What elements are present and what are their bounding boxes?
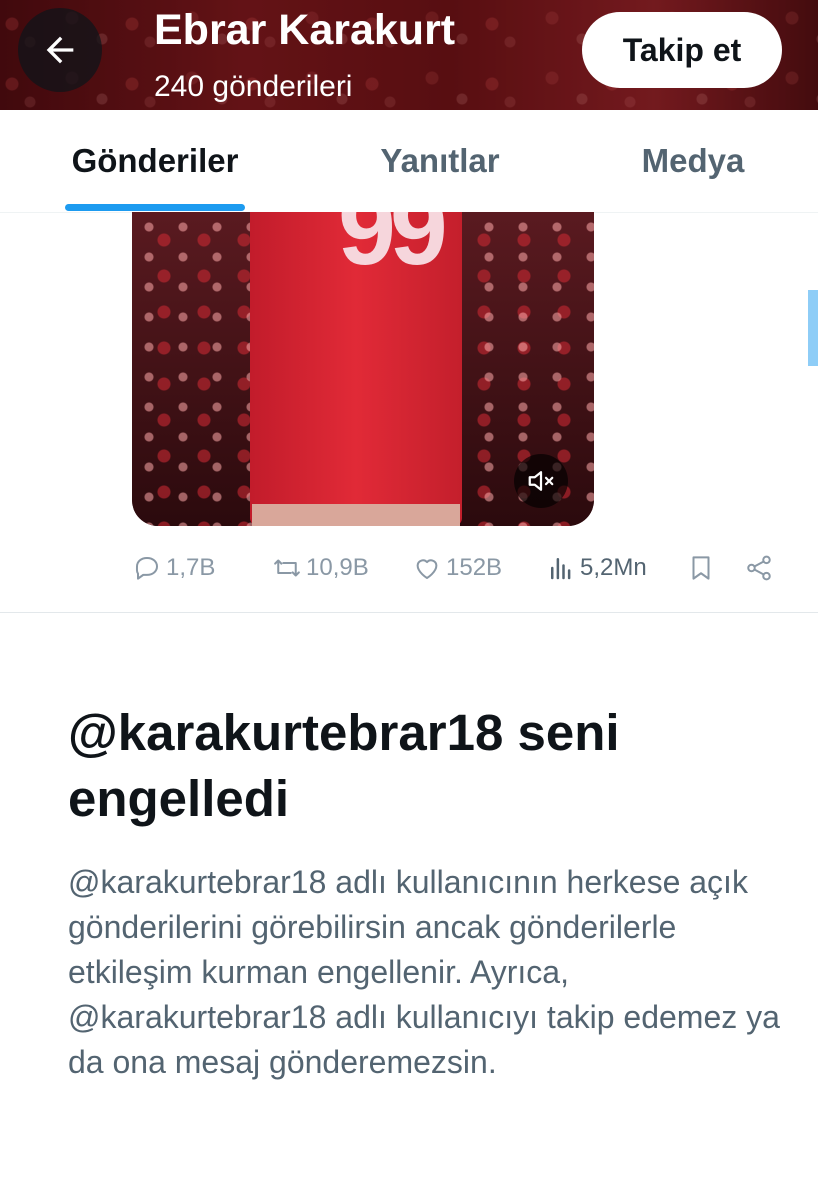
profile-tabs: Gönderiler Yanıtlar Medya (0, 110, 818, 213)
share-icon (747, 555, 771, 581)
volume-muted-icon (528, 471, 554, 491)
back-button[interactable] (18, 8, 102, 92)
tab-replies[interactable]: Yanıtlar (330, 110, 550, 212)
follow-button[interactable]: Takip et (582, 12, 782, 88)
profile-name: Ebrar Karakurt (154, 6, 456, 54)
tab-posts[interactable]: Gönderiler (40, 110, 270, 212)
blocked-description: @karakurtebrar18 adlı kullanıcının herke… (68, 864, 780, 1080)
bookmark-icon (692, 556, 710, 580)
like-count: 152B (446, 554, 503, 581)
profile-header: Ebrar Karakurt 240 gönderileri Takip et (0, 0, 818, 110)
like-button[interactable]: 152B (412, 540, 502, 596)
share-button[interactable] (744, 540, 774, 596)
post-count: 240 gönderileri (154, 70, 353, 103)
mute-button[interactable] (514, 454, 568, 508)
views-button[interactable]: 5,2Mn (546, 540, 647, 596)
arrow-left-icon (46, 36, 74, 64)
tab-media[interactable]: Medya (608, 110, 778, 212)
heart-icon (416, 559, 438, 579)
repost-icon (274, 559, 300, 577)
post-action-bar: 1,7B 10,9B 152B 5,2Mn (0, 540, 818, 596)
active-tab-indicator (65, 204, 245, 211)
reply-button[interactable]: 1,7B (132, 540, 215, 596)
repost-count: 10,9B (306, 554, 369, 581)
reply-count: 1,7B (166, 554, 216, 581)
blocked-title: @karakurtebrar18 seni engelledi (68, 704, 620, 827)
repost-button[interactable]: 10,9B (272, 540, 369, 596)
post-video[interactable]: 99 (132, 212, 594, 526)
view-count: 5,2Mn (580, 554, 647, 581)
views-chart-icon (551, 558, 571, 580)
reply-icon (135, 557, 158, 580)
jersey-number: 99 (338, 212, 448, 287)
section-divider (0, 612, 818, 613)
scrollbar[interactable] (808, 290, 818, 366)
bookmark-button[interactable] (686, 540, 716, 596)
